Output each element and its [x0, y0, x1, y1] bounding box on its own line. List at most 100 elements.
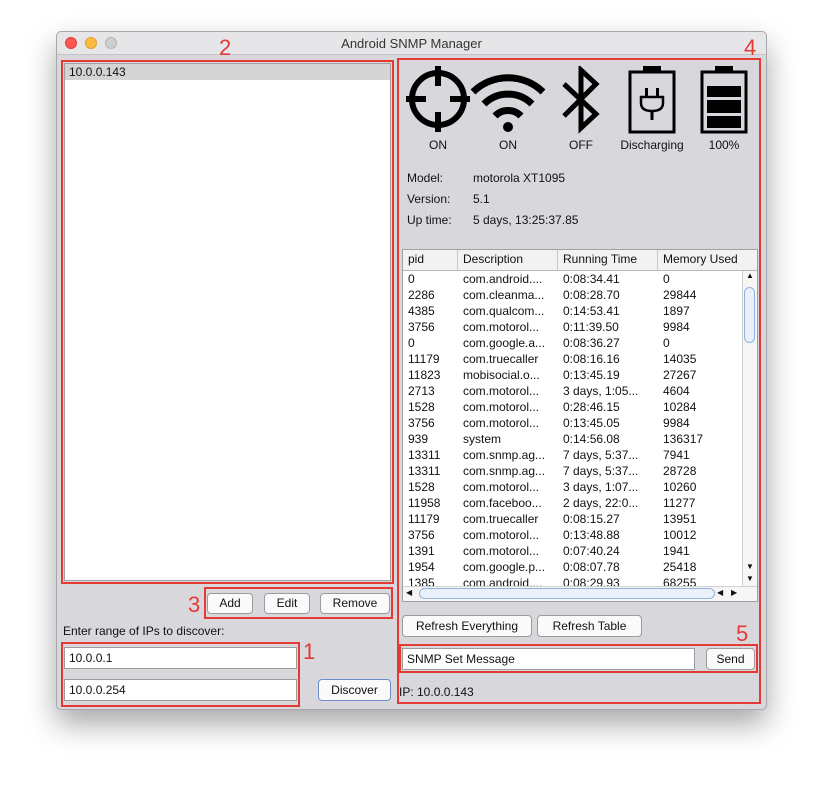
edit-button[interactable]: Edit	[264, 593, 310, 614]
table-row[interactable]: 3756 com.motorol... 0:13:48.88 10012	[403, 527, 743, 543]
column-header-running-time[interactable]: Running Time	[558, 250, 658, 270]
cell-pid: 11823	[408, 368, 441, 382]
table-row[interactable]: 3756 com.motorol... 0:11:39.50 9984	[403, 319, 743, 335]
cell-description: com.qualcom...	[463, 304, 545, 318]
cell-memory-used: 27267	[663, 368, 697, 382]
cell-description: com.truecaller	[463, 512, 539, 526]
battery-status: 100%	[708, 138, 740, 152]
cell-pid: 939	[408, 432, 429, 446]
column-header-memory-used[interactable]: Memory Used	[658, 250, 757, 270]
cell-memory-used: 11277	[663, 496, 696, 510]
app-window: Android SNMP Manager 2 10.0.0.143 3 Add …	[56, 31, 767, 710]
table-row[interactable]: 11823 mobisocial.o... 0:13:45.19 27267	[403, 367, 743, 383]
wifi-icon	[469, 66, 547, 134]
cell-memory-used: 10260	[663, 480, 697, 494]
table-row[interactable]: 1391 com.motorol... 0:07:40.24 1941	[403, 543, 743, 559]
table-row[interactable]: 13311 com.snmp.ag... 7 days, 5:37... 7941	[403, 447, 743, 463]
remove-button[interactable]: Remove	[320, 593, 390, 614]
cell-running-time: 2 days, 22:0...	[563, 496, 639, 510]
cell-memory-used: 28728	[663, 464, 697, 478]
snmp-message-field[interactable]: SNMP Set Message	[402, 648, 695, 670]
table-row[interactable]: 3756 com.motorol... 0:13:45.05 9984	[403, 415, 743, 431]
table-row[interactable]: 11958 com.faceboo... 2 days, 22:0... 11277	[403, 495, 743, 511]
cell-running-time: 0:08:36.27	[563, 336, 620, 350]
table-header: pid Description Running Time Memory Used	[403, 250, 757, 271]
wifi-status: ON	[499, 138, 517, 152]
table-row[interactable]: 13311 com.snmp.ag... 7 days, 5:37... 28728	[403, 463, 743, 479]
cell-running-time: 3 days, 1:07...	[563, 480, 639, 494]
cell-pid: 11958	[408, 496, 441, 510]
vertical-scroll-thumb[interactable]	[744, 287, 755, 343]
vertical-scrollbar[interactable]: ▲ ▼ ▼	[742, 271, 757, 589]
table-row[interactable]: 11179 com.truecaller 0:08:16.16 14035	[403, 351, 743, 367]
cell-running-time: 0:07:40.24	[563, 544, 620, 558]
table-row[interactable]: 2286 com.cleanma... 0:08:28.70 29844	[403, 287, 743, 303]
cell-pid: 3756	[408, 528, 435, 542]
column-header-description[interactable]: Description	[458, 250, 558, 270]
annotation-label-3: 3	[188, 592, 201, 617]
horizontal-scrollbar[interactable]: ◀ ◀ ▶	[403, 586, 757, 601]
table-row[interactable]: 0 com.google.a... 0:08:36.27 0	[403, 335, 743, 351]
table-row[interactable]: 2713 com.motorol... 3 days, 1:05... 4604	[403, 383, 743, 399]
cell-running-time: 0:28:46.15	[563, 400, 620, 414]
power-status: Discharging	[620, 138, 684, 152]
end-ip-field[interactable]: 10.0.0.254	[64, 679, 297, 701]
scroll-right-arrow-icon[interactable]: ▶	[731, 589, 737, 597]
cell-memory-used: 14035	[663, 352, 697, 366]
cell-memory-used: 9984	[663, 416, 690, 430]
table-row[interactable]: 0 com.android.... 0:08:34.41 0	[403, 271, 743, 287]
scroll-up-arrow-icon[interactable]: ▲	[746, 272, 754, 280]
cell-running-time: 0:14:56.08	[563, 432, 620, 446]
window-title: Android SNMP Manager	[341, 36, 482, 51]
scroll-left-arrow-icon[interactable]: ◀	[717, 589, 723, 597]
cell-description: com.google.p...	[463, 560, 546, 574]
cell-pid: 0	[408, 272, 415, 286]
cell-running-time: 0:14:53.41	[563, 304, 620, 318]
cell-running-time: 0:08:16.16	[563, 352, 620, 366]
cell-description: com.faceboo...	[463, 496, 542, 510]
cell-memory-used: 1941	[663, 544, 690, 558]
device-list[interactable]: 10.0.0.143	[64, 63, 391, 581]
plug-battery-icon	[613, 66, 691, 134]
cell-running-time: 0:08:15.27	[563, 512, 620, 526]
add-button[interactable]: Add	[207, 593, 253, 614]
discover-button[interactable]: Discover	[318, 679, 391, 701]
start-ip-field[interactable]: 10.0.0.1	[64, 647, 297, 669]
table-body: 0 com.android.... 0:08:34.41 0 2286 com.clean…	[403, 271, 743, 591]
version-value: 5.1	[473, 192, 490, 206]
cell-description: com.motorol...	[463, 400, 540, 414]
scroll-left-arrow-icon[interactable]: ◀	[406, 589, 412, 597]
cell-memory-used: 0	[663, 336, 670, 350]
cell-running-time: 0:13:45.05	[563, 416, 620, 430]
cell-description: com.motorol...	[463, 320, 540, 334]
scroll-down-arrow-icon[interactable]: ▼	[746, 575, 754, 583]
cell-pid: 1954	[408, 560, 435, 574]
cell-memory-used: 0	[663, 272, 670, 286]
horizontal-scroll-thumb[interactable]	[419, 588, 715, 599]
refresh-everything-button[interactable]: Refresh Everything	[402, 615, 532, 637]
cell-description: com.motorol...	[463, 384, 540, 398]
scroll-down-arrow-icon[interactable]: ▼	[746, 563, 754, 571]
table-row[interactable]: 4385 com.qualcom... 0:14:53.41 1897	[403, 303, 743, 319]
cell-description: system	[463, 432, 502, 446]
annotation-label-5: 5	[736, 621, 749, 646]
cell-description: com.snmp.ag...	[463, 448, 546, 462]
cell-running-time: 0:08:34.41	[563, 272, 620, 286]
cell-pid: 1528	[408, 400, 435, 414]
refresh-table-button[interactable]: Refresh Table	[537, 615, 642, 637]
process-table[interactable]: pid Description Running Time Memory Used…	[402, 249, 758, 602]
column-header-pid[interactable]: pid	[403, 250, 458, 270]
cell-pid: 2286	[408, 288, 435, 302]
cell-pid: 3756	[408, 416, 435, 430]
send-button[interactable]: Send	[706, 648, 755, 670]
table-row[interactable]: 1528 com.motorol... 0:28:46.15 10284	[403, 399, 743, 415]
table-row[interactable]: 1954 com.google.p... 0:08:07.78 25418	[403, 559, 743, 575]
crosshair-icon	[399, 66, 477, 134]
list-item[interactable]: 10.0.0.143	[65, 64, 390, 80]
table-row[interactable]: 1528 com.motorol... 3 days, 1:07... 10260	[403, 479, 743, 495]
cell-memory-used: 10012	[663, 528, 697, 542]
table-row[interactable]: 939 system 0:14:56.08 136317	[403, 431, 743, 447]
table-row[interactable]: 11179 com.truecaller 0:08:15.27 13951	[403, 511, 743, 527]
uptime-value: 5 days, 13:25:37.85	[473, 213, 579, 227]
cell-description: com.motorol...	[463, 544, 540, 558]
